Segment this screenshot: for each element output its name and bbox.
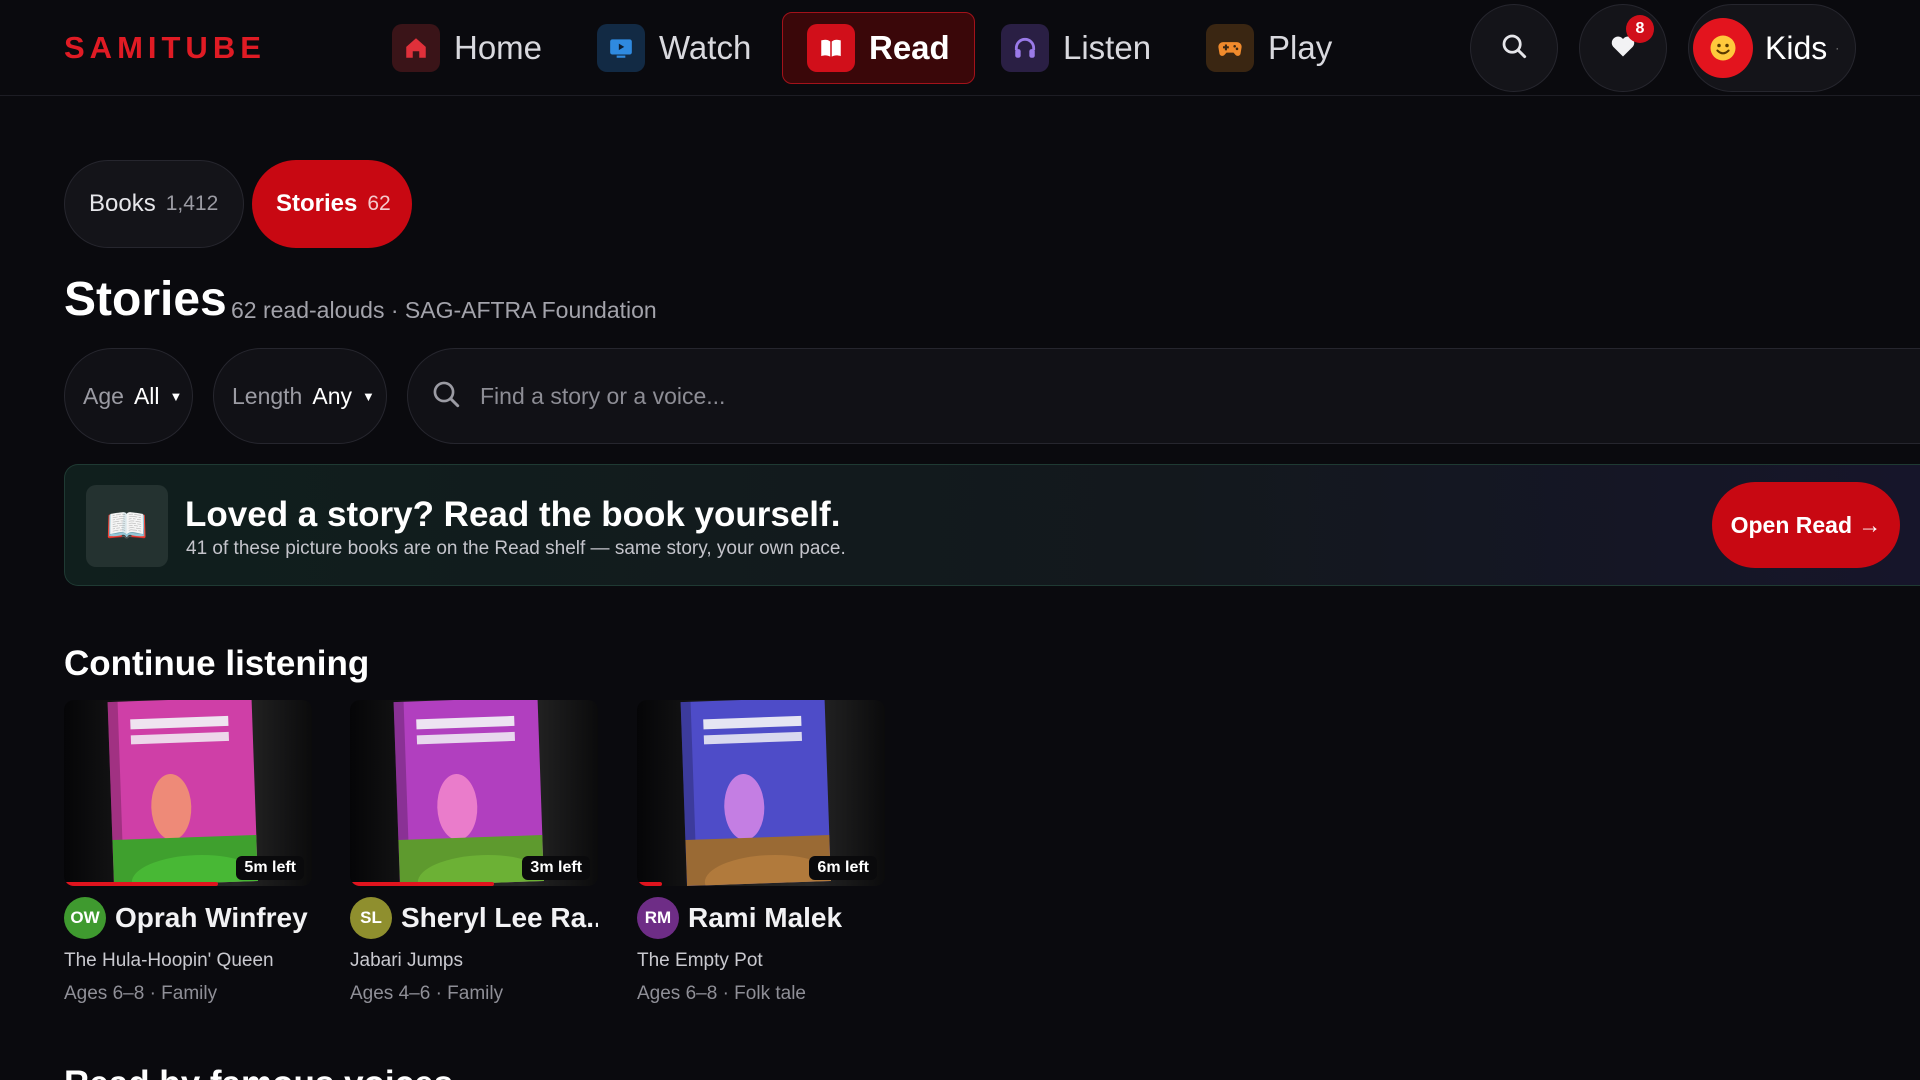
search-icon (1499, 31, 1529, 66)
cover-figure (150, 773, 193, 841)
continue-card[interactable]: 6m left RM Rami Malek The Empty Pot Ages… (637, 700, 885, 1010)
nav-watch[interactable]: Watch (573, 12, 775, 84)
book-icon (807, 24, 855, 72)
chevron-down-icon: ▼ (169, 388, 183, 404)
favorites-button[interactable]: 8 (1579, 4, 1667, 92)
story-meta: Ages 4–6 · Family (350, 983, 504, 1004)
length-filter-value: Any (312, 382, 352, 409)
favorites-count-badge: 8 (1626, 15, 1654, 43)
continue-card[interactable]: 3m left SL Sheryl Lee Ra... Jabari Jumps… (350, 700, 598, 1010)
profile-switcher[interactable]: Kids · (1688, 4, 1856, 92)
narrator-row: SL Sheryl Lee Ra... (350, 897, 598, 939)
profile-label: Kids (1765, 29, 1828, 66)
nav-watch-label: Watch (659, 29, 752, 66)
cover-figure (436, 773, 479, 841)
open-book-icon: 📖 (86, 485, 168, 567)
banner-subtitle: 41 of these picture books are on the Rea… (186, 538, 846, 559)
book-cover-art (680, 700, 831, 886)
story-title[interactable]: The Empty Pot (637, 950, 763, 972)
smiley-avatar-icon (1693, 18, 1753, 78)
page-subtitle: 62 read-alouds · SAG-AFTRA Foundation (231, 297, 657, 323)
age-filter-label: Age (83, 382, 124, 409)
tv-icon (597, 24, 645, 72)
samitube-logo[interactable]: SAMITUBE (64, 30, 266, 66)
nav-listen[interactable]: Listen (977, 12, 1175, 84)
nav-home[interactable]: Home (368, 12, 566, 84)
time-left-badge: 5m left (236, 856, 304, 880)
narrator-name[interactable]: Oprah Winfrey (115, 902, 308, 934)
nav-read-label: Read (869, 29, 950, 66)
headphones-icon (1001, 24, 1049, 72)
chevron-down-icon: ▼ (362, 388, 375, 404)
story-cover[interactable]: 6m left (637, 700, 885, 886)
age-filter-value: All (133, 382, 160, 409)
top-nav: SAMITUBE Home Watch Read Listen Play 8 K… (0, 0, 1920, 96)
story-cover[interactable]: 3m left (350, 700, 598, 886)
progress-bar (350, 882, 494, 886)
time-left-badge: 3m left (522, 856, 590, 880)
narrator-name[interactable]: Sheryl Lee Ra... (401, 902, 598, 934)
nav-listen-label: Listen (1063, 29, 1152, 66)
length-filter[interactable]: Length Any ▼ (213, 348, 387, 444)
tab-books-count: 1,412 (165, 192, 219, 215)
continue-listening-title: Continue listening (64, 644, 370, 683)
length-filter-label: Length (232, 382, 303, 409)
nav-read[interactable]: Read (782, 12, 975, 84)
story-meta: Ages 6–8 · Family (64, 983, 218, 1004)
banner-title: Loved a story? Read the book yourself. (185, 495, 841, 534)
continue-card[interactable]: 5m left OW Oprah Winfrey The Hula-Hoopin… (64, 700, 312, 1010)
narrator-avatar: OW (64, 897, 106, 939)
app-page: SAMITUBE Home Watch Read Listen Play 8 K… (0, 0, 1920, 1080)
book-cover-art (393, 700, 544, 886)
tab-books-label: Books (89, 190, 156, 217)
tab-stories-count: 62 (367, 192, 391, 215)
narrator-name[interactable]: Rami Malek (688, 902, 842, 934)
time-left-badge: 6m left (809, 856, 877, 880)
story-search-input[interactable] (480, 382, 1380, 410)
nav-play[interactable]: Play (1182, 12, 1356, 84)
story-title[interactable]: The Hula-Hoopin' Queen (64, 950, 274, 972)
profile-dot: · (1835, 41, 1840, 55)
search-icon (430, 378, 462, 415)
next-section-title: Read by famous voices (64, 1064, 453, 1080)
nav-play-label: Play (1268, 29, 1333, 66)
story-title[interactable]: Jabari Jumps (350, 950, 463, 972)
page-title: Stories (64, 273, 227, 326)
book-cover-art (107, 700, 258, 886)
search-button[interactable] (1470, 4, 1558, 92)
narrator-avatar: SL (350, 897, 392, 939)
nav-home-label: Home (454, 29, 543, 66)
progress-bar (637, 882, 662, 886)
progress-bar (64, 882, 218, 886)
story-search-bar[interactable] (407, 348, 1920, 444)
narrator-avatar: RM (637, 897, 679, 939)
tab-stories[interactable]: Stories 62 (252, 160, 412, 248)
story-cover[interactable]: 5m left (64, 700, 312, 886)
narrator-row: RM Rami Malek (637, 897, 885, 939)
tab-books[interactable]: Books 1,412 (64, 160, 244, 248)
age-filter[interactable]: Age All ▼ (64, 348, 193, 444)
tab-stories-label: Stories (276, 190, 358, 217)
house-icon (392, 24, 440, 72)
gamepad-icon (1206, 24, 1254, 72)
open-read-button[interactable]: Open Read → (1712, 482, 1900, 568)
story-meta: Ages 6–8 · Folk tale (637, 983, 806, 1004)
read-book-banner: 📖 Loved a story? Read the book yourself.… (64, 464, 1920, 586)
cover-figure (723, 773, 766, 841)
narrator-row: OW Oprah Winfrey (64, 897, 312, 939)
